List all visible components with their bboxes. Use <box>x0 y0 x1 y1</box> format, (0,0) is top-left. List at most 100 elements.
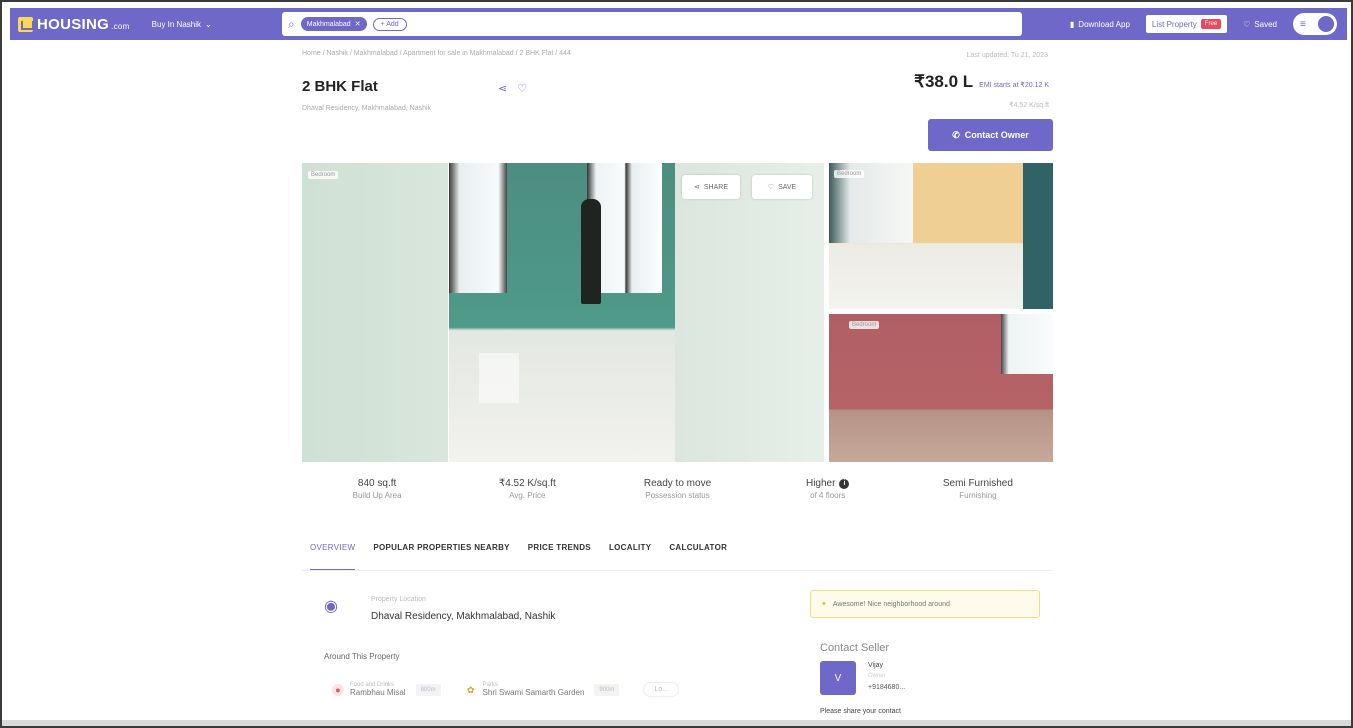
photo-gallery: Bedroom ⋖ SHARE ♡ SAVE Bedroom Bedroom <box>302 163 1053 462</box>
last-updated: Last updated: Tu 21, 2023 <box>966 52 1048 59</box>
stat-area: 840 sq.ft Build Up Area <box>302 478 452 506</box>
top-navbar: HOUSING .com Buy In Nashik ⌄ ⌕ Makhmalab… <box>10 8 1347 40</box>
stat-value-text: Higher <box>805 478 836 489</box>
menu-icon: ≡ <box>1300 18 1306 30</box>
stat-value: 840 sq.ft <box>302 478 452 489</box>
phone-icon: ✆ <box>952 129 960 140</box>
save-label: SAVE <box>778 183 797 191</box>
nearby-item[interactable]: ✿ Parks Shri Swami Samarth Garden 900m <box>465 682 620 697</box>
price-row: ₹38.0 L EMI starts at ₹20.12 K <box>914 72 1049 92</box>
saved-link[interactable]: ♡ Saved <box>1243 20 1277 29</box>
window <box>1001 314 1053 374</box>
saved-label: Saved <box>1254 19 1277 29</box>
list-property-button[interactable]: List Property Free <box>1145 15 1228 33</box>
property-price: ₹38.0 L <box>914 72 974 91</box>
around-heading: Around This Property <box>324 652 400 661</box>
sparkle-icon: ✦ <box>821 601 827 608</box>
photo-tag: Bedroom <box>849 321 880 329</box>
wall-right <box>913 163 1023 243</box>
save-button[interactable]: ♡ SAVE <box>752 175 812 199</box>
park-icon: ✿ <box>466 684 475 695</box>
property-address: Dhaval Residency, Makhmalabad, Nashik <box>302 105 432 112</box>
stat-furnishing: Semi Furnished Furnishing <box>903 478 1053 506</box>
section-tabs: OVERVIEW POPULAR PROPERTIES NEARBY PRICE… <box>310 543 727 571</box>
add-locality-button[interactable]: + Add <box>372 17 407 31</box>
search-icon: ⌕ <box>288 16 295 31</box>
tab-calculator[interactable]: CALCULATOR <box>669 543 727 571</box>
seller-name: Vijay <box>868 662 884 669</box>
free-badge: Free <box>1200 19 1222 29</box>
housing-logo[interactable]: HOUSING .com <box>18 16 130 33</box>
phone-icon: ▮ <box>1069 19 1075 29</box>
download-app-link[interactable]: ▮ Download App <box>1070 20 1130 29</box>
share-contact-prompt: Please share your contact <box>820 708 901 715</box>
page-frame: HOUSING .com Buy In Nashik ⌄ ⌕ Makhmalab… <box>0 0 1353 728</box>
neighborhood-text: Awesome! Nice neighborhood around <box>832 600 950 608</box>
list-property-label: List Property <box>1151 19 1197 29</box>
stat-value-text: ₹4.52 K/sq.ft <box>498 478 556 489</box>
stat-label: Furnishing <box>959 491 997 500</box>
search-bar[interactable]: ⌕ Makhmalabad ✕ + Add <box>282 12 1022 36</box>
heart-icon: ♡ <box>767 184 775 191</box>
stat-value: ₹4.52 K/sq.ft <box>452 478 602 489</box>
photo-tag: Bedroom <box>308 171 339 179</box>
page-title: 2 BHK Flat <box>302 78 378 95</box>
location-label: Property Location <box>371 596 426 603</box>
seller-phone[interactable]: +9184680... <box>868 684 905 691</box>
stat-value-text: 840 sq.ft <box>357 478 397 489</box>
share-button[interactable]: ⋖ SHARE <box>682 175 740 199</box>
price-per-sqft: ₹4.52 K/sq.ft <box>1009 102 1049 109</box>
chip-label: Makhmalabad <box>306 20 351 28</box>
stat-value: Ready to move <box>602 478 752 489</box>
thumbnail-photo-1[interactable]: Bedroom <box>829 163 1053 309</box>
contact-owner-button[interactable]: ✆ Contact Owner <box>928 119 1053 151</box>
thumbnail-photo-2[interactable]: Bedroom <box>829 314 1053 462</box>
search-chip-locality[interactable]: Makhmalabad ✕ <box>300 17 367 31</box>
nearby-text: Food and Drinks Rambhau Misal <box>350 682 406 697</box>
stat-label: Avg. Price <box>509 491 546 500</box>
breadcrumb[interactable]: Home / Nashik / Makhmalabad / Apartment … <box>302 50 571 57</box>
info-icon[interactable]: i <box>839 478 850 489</box>
nearby-text: Parks Shri Swami Samarth Garden <box>483 682 585 697</box>
profile-menu[interactable]: ≡ <box>1293 13 1337 35</box>
heart-icon[interactable]: ♡ <box>517 82 527 95</box>
nearby-item[interactable]: ● Food and Drinks Rambhau Misal 800m <box>332 682 441 697</box>
close-icon[interactable]: ✕ <box>355 20 361 28</box>
stat-avg-price: ₹4.52 K/sq.ft Avg. Price <box>452 478 602 506</box>
stat-value-text: Semi Furnished <box>942 478 1013 489</box>
door-edge <box>1023 163 1053 309</box>
share-label: SHARE <box>703 183 728 191</box>
location-pin-icon: ◉ <box>324 598 338 615</box>
bottom-scrollbar[interactable] <box>2 720 1351 726</box>
nearby-more-button[interactable]: Lo... <box>643 682 680 697</box>
window-left <box>449 163 507 293</box>
logo-suffix: .com <box>111 21 130 31</box>
share-icon[interactable]: ⋖ <box>498 82 507 95</box>
title-actions: ⋖ ♡ <box>498 82 527 95</box>
tab-price-trends[interactable]: PRICE TRENDS <box>528 543 591 571</box>
contact-seller-heading: Contact Seller <box>820 642 890 654</box>
room-photo <box>449 163 675 462</box>
tab-popular-properties[interactable]: POPULAR PROPERTIES NEARBY <box>373 543 509 571</box>
tab-overview[interactable]: OVERVIEW <box>310 543 356 571</box>
buy-in-label: Buy In Nashik <box>151 19 202 29</box>
stat-label: Possession status <box>645 491 710 500</box>
nearby-name: Shri Swami Samarth Garden <box>482 688 585 697</box>
buy-in-dropdown[interactable]: Buy In Nashik ⌄ <box>152 20 212 29</box>
stat-value-text: Ready to move <box>643 478 712 489</box>
nearby-distance: 800m <box>415 683 441 696</box>
avatar <box>1318 16 1334 32</box>
heart-icon: ♡ <box>1243 19 1251 29</box>
location-value: Dhaval Residency, Makhmalabad, Nashik <box>371 611 556 622</box>
tab-locality[interactable]: LOCALITY <box>609 543 651 571</box>
nearby-distance: 900m <box>594 683 620 696</box>
photo-tag: Bedroom <box>834 170 865 178</box>
stat-value: Higher i <box>753 478 903 489</box>
stat-possession: Ready to move Possession status <box>602 478 752 506</box>
chevron-down-icon: ⌄ <box>205 19 212 29</box>
stat-label: Build Up Area <box>352 491 402 500</box>
emi-link[interactable]: EMI starts at ₹20.12 K <box>979 81 1049 89</box>
neighborhood-banner: ✦ Awesome! Nice neighborhood around <box>810 590 1040 618</box>
main-photo[interactable]: Bedroom ⋖ SHARE ♡ SAVE <box>302 163 824 462</box>
nearby-places: ● Food and Drinks Rambhau Misal 800m ✿ P… <box>332 682 680 697</box>
